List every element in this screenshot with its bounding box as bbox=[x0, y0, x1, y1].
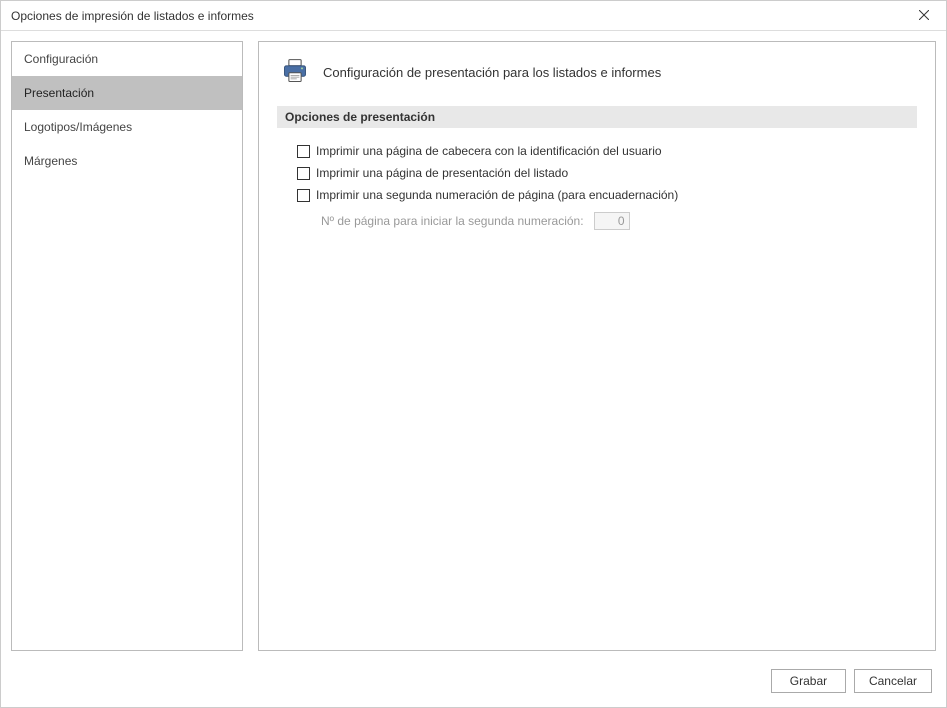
sidebar: Configuración Presentación Logotipos/Imá… bbox=[11, 41, 243, 651]
footer: Grabar Cancelar bbox=[1, 661, 946, 693]
section-header: Opciones de presentación bbox=[277, 106, 917, 128]
sidebar-item-label: Presentación bbox=[24, 86, 94, 100]
option-row-presentation-page: Imprimir una página de presentación del … bbox=[277, 162, 917, 184]
save-button[interactable]: Grabar bbox=[771, 669, 846, 693]
sidebar-item-logotipos[interactable]: Logotipos/Imágenes bbox=[12, 110, 242, 144]
sidebar-item-label: Configuración bbox=[24, 52, 98, 66]
checkbox-label: Imprimir una página de cabecera con la i… bbox=[316, 144, 662, 158]
option-row-second-numbering: Imprimir una segunda numeración de págin… bbox=[277, 184, 917, 206]
start-page-input[interactable]: 0 bbox=[594, 212, 630, 230]
checkbox-label: Imprimir una página de presentación del … bbox=[316, 166, 568, 180]
main-panel: Configuración de presentación para los l… bbox=[258, 41, 936, 651]
close-icon bbox=[919, 9, 929, 23]
window-title: Opciones de impresión de listados e info… bbox=[11, 9, 901, 23]
content-area: Configuración Presentación Logotipos/Imá… bbox=[1, 31, 946, 661]
start-page-label: Nº de página para iniciar la segunda num… bbox=[321, 214, 584, 228]
sidebar-item-label: Logotipos/Imágenes bbox=[24, 120, 132, 134]
checkbox-second-numbering[interactable] bbox=[297, 189, 310, 202]
sidebar-item-configuracion[interactable]: Configuración bbox=[12, 42, 242, 76]
start-page-row: Nº de página para iniciar la segunda num… bbox=[277, 206, 917, 234]
printer-icon bbox=[281, 57, 309, 88]
cancel-button[interactable]: Cancelar bbox=[854, 669, 932, 693]
sidebar-item-presentacion[interactable]: Presentación bbox=[12, 76, 242, 110]
titlebar: Opciones de impresión de listados e info… bbox=[1, 1, 946, 31]
panel-title: Configuración de presentación para los l… bbox=[323, 65, 661, 80]
sidebar-item-label: Márgenes bbox=[24, 154, 77, 168]
checkbox-header-page[interactable] bbox=[297, 145, 310, 158]
checkbox-label: Imprimir una segunda numeración de págin… bbox=[316, 188, 678, 202]
checkbox-presentation-page[interactable] bbox=[297, 167, 310, 180]
close-button[interactable] bbox=[901, 1, 946, 31]
panel-header: Configuración de presentación para los l… bbox=[277, 57, 917, 88]
sidebar-item-margenes[interactable]: Márgenes bbox=[12, 144, 242, 178]
option-row-header-page: Imprimir una página de cabecera con la i… bbox=[277, 140, 917, 162]
